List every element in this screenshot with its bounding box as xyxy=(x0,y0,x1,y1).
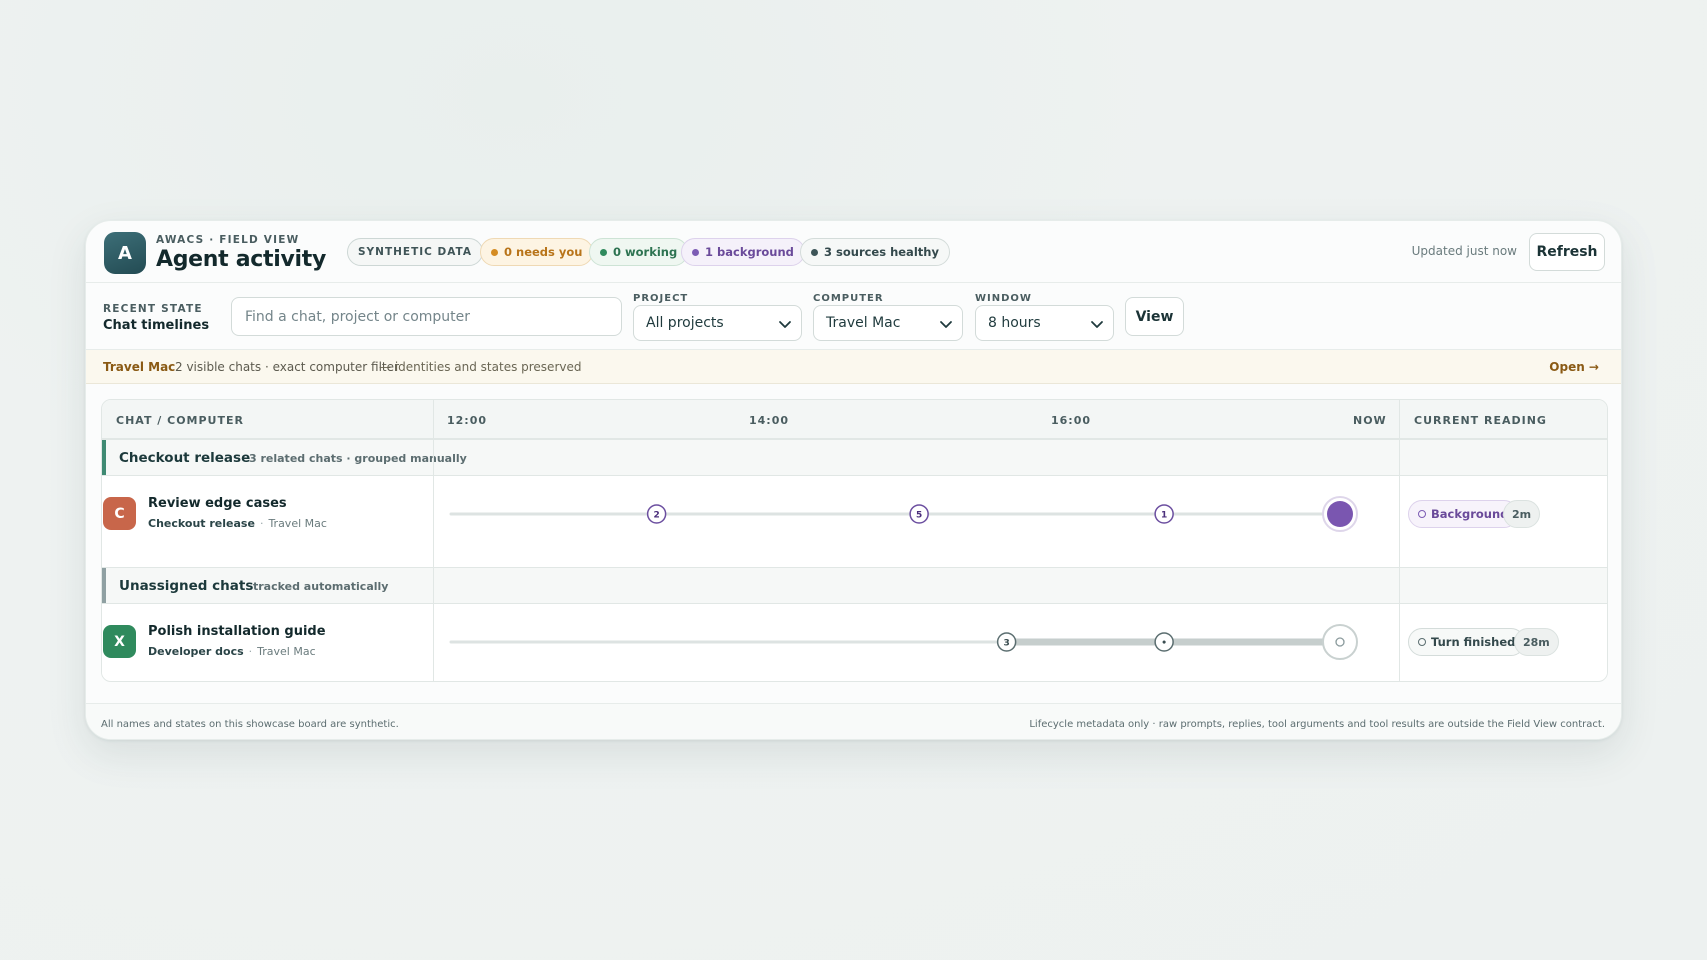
status-dot-icon xyxy=(692,248,699,256)
event-count: 3 xyxy=(1003,639,1009,649)
table-header: CHAT / COMPUTER 12:00 14:00 16:00 NOW CU… xyxy=(102,400,1607,439)
filter-notice: Travel Mac 2 visible chats · exact compu… xyxy=(86,350,1621,384)
event-count: • xyxy=(1161,639,1167,649)
window-select-value: 8 hours xyxy=(988,315,1041,331)
status-label: Turn finished xyxy=(1431,635,1516,649)
footer-contract-note: Lifecycle metadata only · raw prompts, r… xyxy=(1029,719,1605,730)
notice-identities: — identities and states preserved xyxy=(379,360,582,374)
chat-timeline[interactable]: 2 5 1 xyxy=(433,476,1393,552)
needs-you-label: 0 needs you xyxy=(504,245,583,259)
status-ring-icon xyxy=(1418,638,1426,646)
chat-project: Developer docs xyxy=(148,645,244,658)
computer-select[interactable]: Travel Mac xyxy=(813,305,963,341)
group-subtitle: 3 related chats · grouped manually xyxy=(249,452,467,465)
sources-label: 3 sources healthy xyxy=(824,245,939,259)
column-reading: CURRENT READING xyxy=(1414,414,1547,427)
background-badge[interactable]: 1 background xyxy=(681,238,805,266)
header: A AWACS · FIELD VIEW Agent activity SYNT… xyxy=(86,221,1621,283)
open-link[interactable]: Open → xyxy=(1549,360,1599,374)
chat-computer: Travel Mac xyxy=(257,645,316,658)
status-dot-icon xyxy=(491,248,498,256)
chevron-down-icon xyxy=(1091,321,1103,328)
avatar: C xyxy=(103,497,136,530)
page-title: Agent activity xyxy=(156,247,327,272)
timeline-table: CHAT / COMPUTER 12:00 14:00 16:00 NOW CU… xyxy=(101,399,1608,682)
group-subtitle: tracked automatically xyxy=(253,580,389,593)
status-dot-icon xyxy=(600,248,607,256)
now-marker xyxy=(1322,624,1358,660)
column-time-3: 16:00 xyxy=(1051,414,1092,427)
group-accent xyxy=(102,568,106,603)
chat-name[interactable]: Polish installation guide xyxy=(148,624,326,639)
working-badge[interactable]: 0 working xyxy=(589,238,689,266)
event-count: 5 xyxy=(916,511,922,521)
footer: All names and states on this showcase bo… xyxy=(86,703,1621,739)
group-name: Unassigned chats xyxy=(119,578,254,594)
recent-state-title: Chat timelines xyxy=(103,318,210,333)
avatar: X xyxy=(103,625,136,658)
agent-activity-card: A AWACS · FIELD VIEW Agent activity SYNT… xyxy=(85,220,1622,740)
group-name: Checkout release xyxy=(119,450,251,466)
chat-name[interactable]: Review edge cases xyxy=(148,496,287,511)
project-select[interactable]: All projects xyxy=(633,305,802,341)
column-now: NOW xyxy=(1353,414,1387,427)
now-marker xyxy=(1327,501,1353,527)
window-label: WINDOW xyxy=(975,293,1032,304)
window-select[interactable]: 8 hours xyxy=(975,305,1114,341)
background-label: 1 background xyxy=(705,245,794,259)
working-label: 0 working xyxy=(613,245,678,259)
notice-computer: Travel Mac xyxy=(103,360,176,374)
column-divider xyxy=(433,400,434,681)
status-badge: Turn finished xyxy=(1408,628,1526,656)
sources-badge[interactable]: 3 sources healthy xyxy=(800,238,950,266)
age-badge: 28m xyxy=(1514,628,1559,656)
group-accent xyxy=(102,440,106,475)
refresh-button[interactable]: Refresh xyxy=(1529,233,1605,271)
age-badge: 2m xyxy=(1503,500,1541,528)
table-row[interactable]: C Review edge cases Checkout release · Tra… xyxy=(102,476,1607,552)
status-dot-icon xyxy=(811,248,818,256)
column-time-1: 12:00 xyxy=(447,414,488,427)
computer-select-value: Travel Mac xyxy=(826,315,901,331)
needs-you-badge[interactable]: 0 needs you xyxy=(480,238,594,266)
computer-label: COMPUTER xyxy=(813,293,884,304)
synthetic-label: SYNTHETIC DATA xyxy=(358,246,473,258)
updated-status: Updated just now xyxy=(1411,244,1517,258)
chevron-down-icon xyxy=(940,321,952,328)
notice-detail: 2 visible chats · exact computer filter xyxy=(175,360,399,374)
chat-project: Checkout release xyxy=(148,517,255,530)
search-placeholder: Find a chat, project or computer xyxy=(245,308,471,325)
recent-state-kicker: RECENT STATE xyxy=(103,303,203,315)
status-ring-icon xyxy=(1418,510,1426,518)
synthetic-data-badge: SYNTHETIC DATA xyxy=(347,238,484,266)
chat-meta: Checkout release · Travel Mac xyxy=(148,517,327,530)
status-label: Background xyxy=(1431,507,1509,521)
footer-disclaimer: All names and states on this showcase bo… xyxy=(101,719,399,730)
project-label: PROJECT xyxy=(633,293,689,304)
event-count: 2 xyxy=(653,511,659,521)
separator: · xyxy=(259,517,264,530)
separator: · xyxy=(248,645,253,658)
search-input[interactable]: Find a chat, project or computer xyxy=(231,297,622,336)
chat-computer: Travel Mac xyxy=(268,517,327,530)
status-badge: Background xyxy=(1408,500,1519,528)
app-kicker: AWACS · FIELD VIEW xyxy=(156,234,300,246)
column-divider xyxy=(1399,400,1400,681)
chat-meta: Developer docs · Travel Mac xyxy=(148,645,316,658)
app-logo: A xyxy=(104,232,146,274)
project-select-value: All projects xyxy=(646,315,724,331)
group-header[interactable]: Unassigned chats tracked automatically xyxy=(102,567,1607,604)
view-button[interactable]: View xyxy=(1125,297,1184,336)
filter-bar: RECENT STATE Chat timelines Find a chat,… xyxy=(86,283,1621,350)
column-chat: CHAT / COMPUTER xyxy=(116,414,244,427)
chevron-down-icon xyxy=(779,321,791,328)
column-time-2: 14:00 xyxy=(749,414,790,427)
group-header[interactable]: Checkout release 3 related chats · group… xyxy=(102,439,1607,476)
chat-timeline[interactable]: 3 • xyxy=(433,604,1393,680)
event-count: 1 xyxy=(1161,511,1167,521)
table-row[interactable]: X Polish installation guide Developer do… xyxy=(102,604,1607,680)
